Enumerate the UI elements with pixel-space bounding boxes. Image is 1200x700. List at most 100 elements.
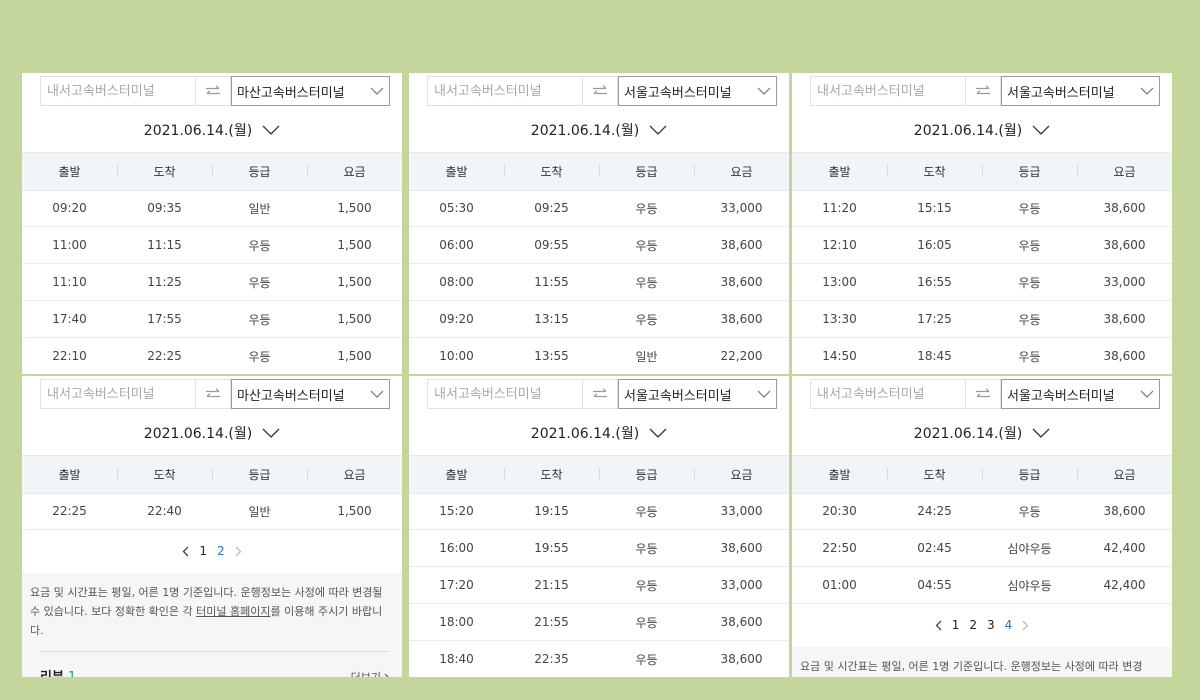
table-row[interactable]: 11:00 11:15 우등 1,500 [22,227,402,264]
column-header-arrival: 도착 [504,163,599,180]
destination-select[interactable]: 서울고속버스터미널 [618,379,777,409]
chevron-down-icon [649,125,667,135]
prev-page-button[interactable] [935,620,942,631]
table-row[interactable]: 22:25 22:40 일반 1,500 [22,493,402,530]
departure-time: 11:10 [52,275,87,289]
destination-select[interactable]: 서울고속버스터미널 [618,76,777,106]
more-reviews-link[interactable]: 더보기 [351,668,390,677]
route-search-bar: 서울고속버스터미널 [427,379,777,409]
date-label: 2021.06.14.(월) [530,426,640,442]
column-header-departure: 출발 [445,165,468,179]
table-row[interactable]: 01:00 04:55 심야우등 42,400 [792,567,1172,604]
page-2-button[interactable]: 2 [969,618,977,632]
departure-time: 10:00 [439,349,474,363]
table-row[interactable]: 14:50 18:45 우등 38,600 [792,338,1172,374]
table-row[interactable]: 18:40 22:35 우등 38,600 [409,641,789,677]
bus-grade: 우등 [1018,275,1041,290]
table-row[interactable]: 12:10 16:05 우등 38,600 [792,227,1172,264]
departure-time: 22:10 [52,349,87,363]
bus-grade: 우등 [635,238,658,253]
next-page-button[interactable] [1022,620,1029,631]
fare: 1,500 [337,349,372,363]
prev-page-button[interactable] [182,546,189,557]
chevron-down-icon [1032,125,1050,135]
page-2-button[interactable]: 2 [217,544,225,558]
table-body: 20:30 24:25 우등 38,600 22:50 02:45 심야우등 42,400 … [792,493,1172,604]
table-row[interactable]: 22:50 02:45 심야우등 42,400 [792,530,1172,567]
table-row[interactable]: 09:20 09:35 일반 1,500 [22,190,402,227]
origin-input[interactable] [810,76,965,106]
table-row[interactable]: 11:10 11:25 우등 1,500 [22,264,402,301]
table-row[interactable]: 13:00 16:55 우등 33,000 [792,264,1172,301]
departure-time: 06:00 [439,238,474,252]
page-4-button[interactable]: 4 [1005,618,1013,632]
origin-input[interactable] [427,379,582,409]
column-header-departure: 출발 [828,165,851,179]
column-header-departure: 출발 [828,468,851,482]
bus-grade: 우등 [1018,201,1041,216]
table-row[interactable]: 06:00 09:55 우등 38,600 [409,227,789,264]
next-page-button[interactable] [235,546,242,557]
destination-select[interactable]: 서울고속버스터미널 [1001,76,1160,106]
table-row[interactable]: 13:30 17:25 우등 38,600 [792,301,1172,338]
destination-select[interactable]: 마산고속버스터미널 [231,379,390,409]
date-selector[interactable]: 2021.06.14.(월) [409,118,789,142]
chevron-down-icon [262,428,280,438]
fare: 42,400 [1103,541,1146,555]
arrival-time: 21:55 [534,615,569,629]
column-header-grade: 등급 [982,163,1077,180]
page-1-button[interactable]: 1 [199,544,207,558]
table-row[interactable]: 20:30 24:25 우등 38,600 [792,493,1172,530]
fare: 33,000 [720,578,763,592]
bus-grade: 우등 [635,504,658,519]
fare: 1,500 [337,238,372,252]
swap-button[interactable] [965,379,1001,409]
timetable-panel: 서울고속버스터미널 2021.06.14.(월) 출발 도착 등급 요금 20:… [792,376,1172,677]
date-selector[interactable]: 2021.06.14.(월) [409,421,789,445]
column-header-arrival: 도착 [117,163,212,180]
page-1-button[interactable]: 1 [952,618,960,632]
departure-time: 22:25 [52,504,87,518]
date-selector[interactable]: 2021.06.14.(월) [22,421,402,445]
swap-button[interactable] [582,76,618,106]
table-row[interactable]: 16:00 19:55 우등 38,600 [409,530,789,567]
destination-label: 마산고속버스터미널 [237,85,345,101]
date-selector[interactable]: 2021.06.14.(월) [792,421,1172,445]
table-row[interactable]: 17:40 17:55 우등 1,500 [22,301,402,338]
destination-select[interactable]: 서울고속버스터미널 [1001,379,1160,409]
bus-grade: 일반 [635,349,658,364]
table-body: 22:25 22:40 일반 1,500 [22,493,402,530]
table-row[interactable]: 10:00 13:55 일반 22,200 [409,338,789,374]
origin-input[interactable] [810,379,965,409]
fare: 33,000 [720,504,763,518]
departure-time: 12:10 [822,238,857,252]
swap-button[interactable] [195,76,231,106]
bus-grade: 일반 [248,504,271,519]
table-row[interactable]: 05:30 09:25 우등 33,000 [409,190,789,227]
origin-input[interactable] [40,76,195,106]
table-row[interactable]: 08:00 11:55 우등 38,600 [409,264,789,301]
fare-notice: 요금 및 시간표는 평일, 어른 1명 기준입니다. 운행정보는 사정에 따라 … [22,573,402,677]
date-selector[interactable]: 2021.06.14.(월) [792,118,1172,142]
swap-button[interactable] [195,379,231,409]
terminal-homepage-link[interactable]: 터미널 홈페이지 [196,605,270,618]
page-3-button[interactable]: 3 [987,618,995,632]
chevron-right-icon [235,546,242,556]
destination-select[interactable]: 마산고속버스터미널 [231,76,390,106]
review-title: 리뷰 1 [40,668,76,677]
notice-text: 요금 및 시간표는 평일, 어른 1명 기준입니다. 운행정보는 사정에 따라 … [800,660,1143,673]
table-row[interactable]: 11:20 15:15 우등 38,600 [792,190,1172,227]
table-row[interactable]: 15:20 19:15 우등 33,000 [409,493,789,530]
swap-button[interactable] [582,379,618,409]
table-row[interactable]: 18:00 21:55 우등 38,600 [409,604,789,641]
departure-time: 15:20 [439,504,474,518]
table-row[interactable]: 09:20 13:15 우등 38,600 [409,301,789,338]
arrival-time: 02:45 [917,541,952,555]
origin-input[interactable] [427,76,582,106]
date-selector[interactable]: 2021.06.14.(월) [22,118,402,142]
destination-label: 서울고속버스터미널 [624,85,732,101]
swap-button[interactable] [965,76,1001,106]
table-row[interactable]: 17:20 21:15 우등 33,000 [409,567,789,604]
origin-input[interactable] [40,379,195,409]
table-row[interactable]: 22:10 22:25 우등 1,500 [22,338,402,374]
